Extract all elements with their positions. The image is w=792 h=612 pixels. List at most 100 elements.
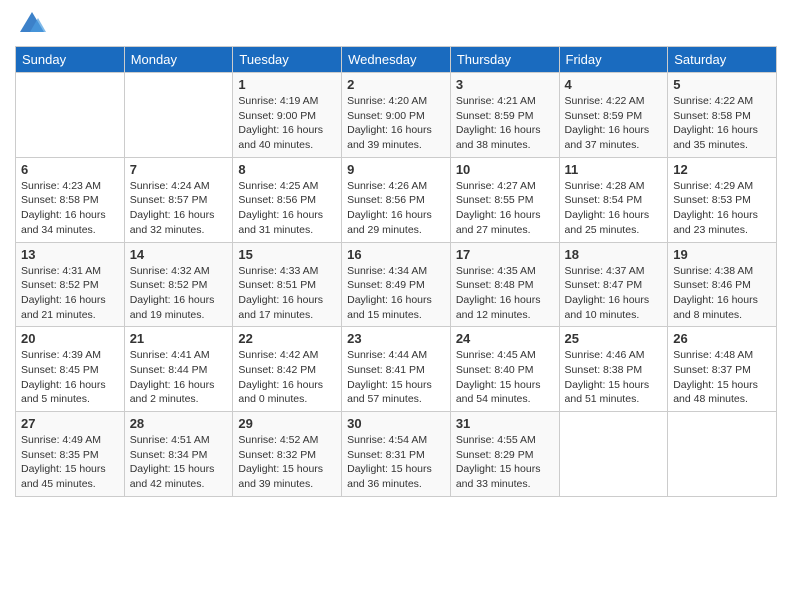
day-info: Sunrise: 4:28 AM Sunset: 8:54 PM Dayligh…	[565, 179, 663, 238]
week-row-3: 13 Sunrise: 4:31 AM Sunset: 8:52 PM Dayli…	[16, 242, 777, 327]
day-number: 15	[238, 247, 336, 262]
day-info: Sunrise: 4:22 AM Sunset: 8:58 PM Dayligh…	[673, 94, 771, 153]
day-number: 21	[130, 331, 228, 346]
day-info: Sunrise: 4:33 AM Sunset: 8:51 PM Dayligh…	[238, 264, 336, 323]
day-cell: 13 Sunrise: 4:31 AM Sunset: 8:52 PM Dayli…	[16, 242, 125, 327]
day-cell: 23 Sunrise: 4:44 AM Sunset: 8:41 PM Dayli…	[342, 327, 451, 412]
day-number: 14	[130, 247, 228, 262]
calendar-table: SundayMondayTuesdayWednesdayThursdayFrid…	[15, 46, 777, 497]
day-info: Sunrise: 4:20 AM Sunset: 9:00 PM Dayligh…	[347, 94, 445, 153]
day-cell: 25 Sunrise: 4:46 AM Sunset: 8:38 PM Dayli…	[559, 327, 668, 412]
col-header-wednesday: Wednesday	[342, 47, 451, 73]
day-info: Sunrise: 4:26 AM Sunset: 8:56 PM Dayligh…	[347, 179, 445, 238]
day-cell: 22 Sunrise: 4:42 AM Sunset: 8:42 PM Dayli…	[233, 327, 342, 412]
day-cell: 18Sunrise: 4:37 AM Sunset: 8:47 PM Dayli…	[559, 242, 668, 327]
page-container: SundayMondayTuesdayWednesdayThursdayFrid…	[0, 0, 792, 507]
day-info: Sunrise: 4:37 AM Sunset: 8:47 PM Dayligh…	[565, 264, 663, 323]
day-number: 5	[673, 77, 771, 92]
day-number: 10	[456, 162, 554, 177]
day-cell: 28 Sunrise: 4:51 AM Sunset: 8:34 PM Dayli…	[124, 412, 233, 497]
week-row-5: 27Sunrise: 4:49 AM Sunset: 8:35 PM Dayli…	[16, 412, 777, 497]
day-info: Sunrise: 4:22 AM Sunset: 8:59 PM Dayligh…	[565, 94, 663, 153]
day-cell: 8Sunrise: 4:25 AM Sunset: 8:56 PM Daylig…	[233, 157, 342, 242]
day-cell: 14Sunrise: 4:32 AM Sunset: 8:52 PM Dayli…	[124, 242, 233, 327]
day-number: 3	[456, 77, 554, 92]
day-number: 13	[21, 247, 119, 262]
day-info: Sunrise: 4:19 AM Sunset: 9:00 PM Dayligh…	[238, 94, 336, 153]
logo-icon	[18, 10, 46, 38]
day-number: 29	[238, 416, 336, 431]
day-cell: 3Sunrise: 4:21 AM Sunset: 8:59 PM Daylig…	[450, 73, 559, 158]
day-cell: 7 Sunrise: 4:24 AM Sunset: 8:57 PM Daylig…	[124, 157, 233, 242]
day-cell: 24 Sunrise: 4:45 AM Sunset: 8:40 PM Dayli…	[450, 327, 559, 412]
day-info: Sunrise: 4:29 AM Sunset: 8:53 PM Dayligh…	[673, 179, 771, 238]
day-cell: 10 Sunrise: 4:27 AM Sunset: 8:55 PM Dayli…	[450, 157, 559, 242]
day-info: Sunrise: 4:44 AM Sunset: 8:41 PM Dayligh…	[347, 348, 445, 407]
day-cell: 12 Sunrise: 4:29 AM Sunset: 8:53 PM Dayli…	[668, 157, 777, 242]
day-cell: 17Sunrise: 4:35 AM Sunset: 8:48 PM Dayli…	[450, 242, 559, 327]
day-cell: 1 Sunrise: 4:19 AM Sunset: 9:00 PM Daylig…	[233, 73, 342, 158]
day-info: Sunrise: 4:42 AM Sunset: 8:42 PM Dayligh…	[238, 348, 336, 407]
day-info: Sunrise: 4:41 AM Sunset: 8:44 PM Dayligh…	[130, 348, 228, 407]
day-info: Sunrise: 4:51 AM Sunset: 8:34 PM Dayligh…	[130, 433, 228, 492]
day-number: 27	[21, 416, 119, 431]
day-cell: 29 Sunrise: 4:52 AM Sunset: 8:32 PM Dayli…	[233, 412, 342, 497]
day-cell: 26 Sunrise: 4:48 AM Sunset: 8:37 PM Dayli…	[668, 327, 777, 412]
col-header-monday: Monday	[124, 47, 233, 73]
day-number: 28	[130, 416, 228, 431]
day-number: 25	[565, 331, 663, 346]
day-info: Sunrise: 4:34 AM Sunset: 8:49 PM Dayligh…	[347, 264, 445, 323]
day-cell	[668, 412, 777, 497]
day-number: 24	[456, 331, 554, 346]
day-cell	[559, 412, 668, 497]
day-cell: 20 Sunrise: 4:39 AM Sunset: 8:45 PM Dayli…	[16, 327, 125, 412]
day-number: 22	[238, 331, 336, 346]
day-cell	[124, 73, 233, 158]
page-header	[15, 10, 777, 38]
day-number: 23	[347, 331, 445, 346]
day-info: Sunrise: 4:46 AM Sunset: 8:38 PM Dayligh…	[565, 348, 663, 407]
day-info: Sunrise: 4:45 AM Sunset: 8:40 PM Dayligh…	[456, 348, 554, 407]
day-number: 1	[238, 77, 336, 92]
day-info: Sunrise: 4:31 AM Sunset: 8:52 PM Dayligh…	[21, 264, 119, 323]
week-row-2: 6 Sunrise: 4:23 AM Sunset: 8:58 PM Daylig…	[16, 157, 777, 242]
col-header-friday: Friday	[559, 47, 668, 73]
day-info: Sunrise: 4:55 AM Sunset: 8:29 PM Dayligh…	[456, 433, 554, 492]
day-info: Sunrise: 4:52 AM Sunset: 8:32 PM Dayligh…	[238, 433, 336, 492]
col-header-tuesday: Tuesday	[233, 47, 342, 73]
day-cell: 2 Sunrise: 4:20 AM Sunset: 9:00 PM Daylig…	[342, 73, 451, 158]
week-row-4: 20 Sunrise: 4:39 AM Sunset: 8:45 PM Dayli…	[16, 327, 777, 412]
day-number: 26	[673, 331, 771, 346]
day-info: Sunrise: 4:54 AM Sunset: 8:31 PM Dayligh…	[347, 433, 445, 492]
day-info: Sunrise: 4:24 AM Sunset: 8:57 PM Dayligh…	[130, 179, 228, 238]
day-info: Sunrise: 4:48 AM Sunset: 8:37 PM Dayligh…	[673, 348, 771, 407]
day-cell: 15 Sunrise: 4:33 AM Sunset: 8:51 PM Dayli…	[233, 242, 342, 327]
day-cell: 9 Sunrise: 4:26 AM Sunset: 8:56 PM Daylig…	[342, 157, 451, 242]
day-cell	[16, 73, 125, 158]
day-number: 2	[347, 77, 445, 92]
day-number: 6	[21, 162, 119, 177]
day-cell: 11 Sunrise: 4:28 AM Sunset: 8:54 PM Dayli…	[559, 157, 668, 242]
day-cell: 30 Sunrise: 4:54 AM Sunset: 8:31 PM Dayli…	[342, 412, 451, 497]
day-number: 16	[347, 247, 445, 262]
day-info: Sunrise: 4:35 AM Sunset: 8:48 PM Dayligh…	[456, 264, 554, 323]
day-info: Sunrise: 4:39 AM Sunset: 8:45 PM Dayligh…	[21, 348, 119, 407]
day-cell: 4 Sunrise: 4:22 AM Sunset: 8:59 PM Daylig…	[559, 73, 668, 158]
day-info: Sunrise: 4:27 AM Sunset: 8:55 PM Dayligh…	[456, 179, 554, 238]
day-number: 19	[673, 247, 771, 262]
day-info: Sunrise: 4:23 AM Sunset: 8:58 PM Dayligh…	[21, 179, 119, 238]
day-number: 4	[565, 77, 663, 92]
day-cell: 16 Sunrise: 4:34 AM Sunset: 8:49 PM Dayli…	[342, 242, 451, 327]
day-number: 20	[21, 331, 119, 346]
logo	[15, 10, 46, 38]
day-number: 12	[673, 162, 771, 177]
day-number: 9	[347, 162, 445, 177]
day-number: 30	[347, 416, 445, 431]
day-cell: 19 Sunrise: 4:38 AM Sunset: 8:46 PM Dayli…	[668, 242, 777, 327]
day-number: 11	[565, 162, 663, 177]
day-cell: 21 Sunrise: 4:41 AM Sunset: 8:44 PM Dayli…	[124, 327, 233, 412]
day-number: 31	[456, 416, 554, 431]
col-header-sunday: Sunday	[16, 47, 125, 73]
day-info: Sunrise: 4:38 AM Sunset: 8:46 PM Dayligh…	[673, 264, 771, 323]
day-number: 7	[130, 162, 228, 177]
